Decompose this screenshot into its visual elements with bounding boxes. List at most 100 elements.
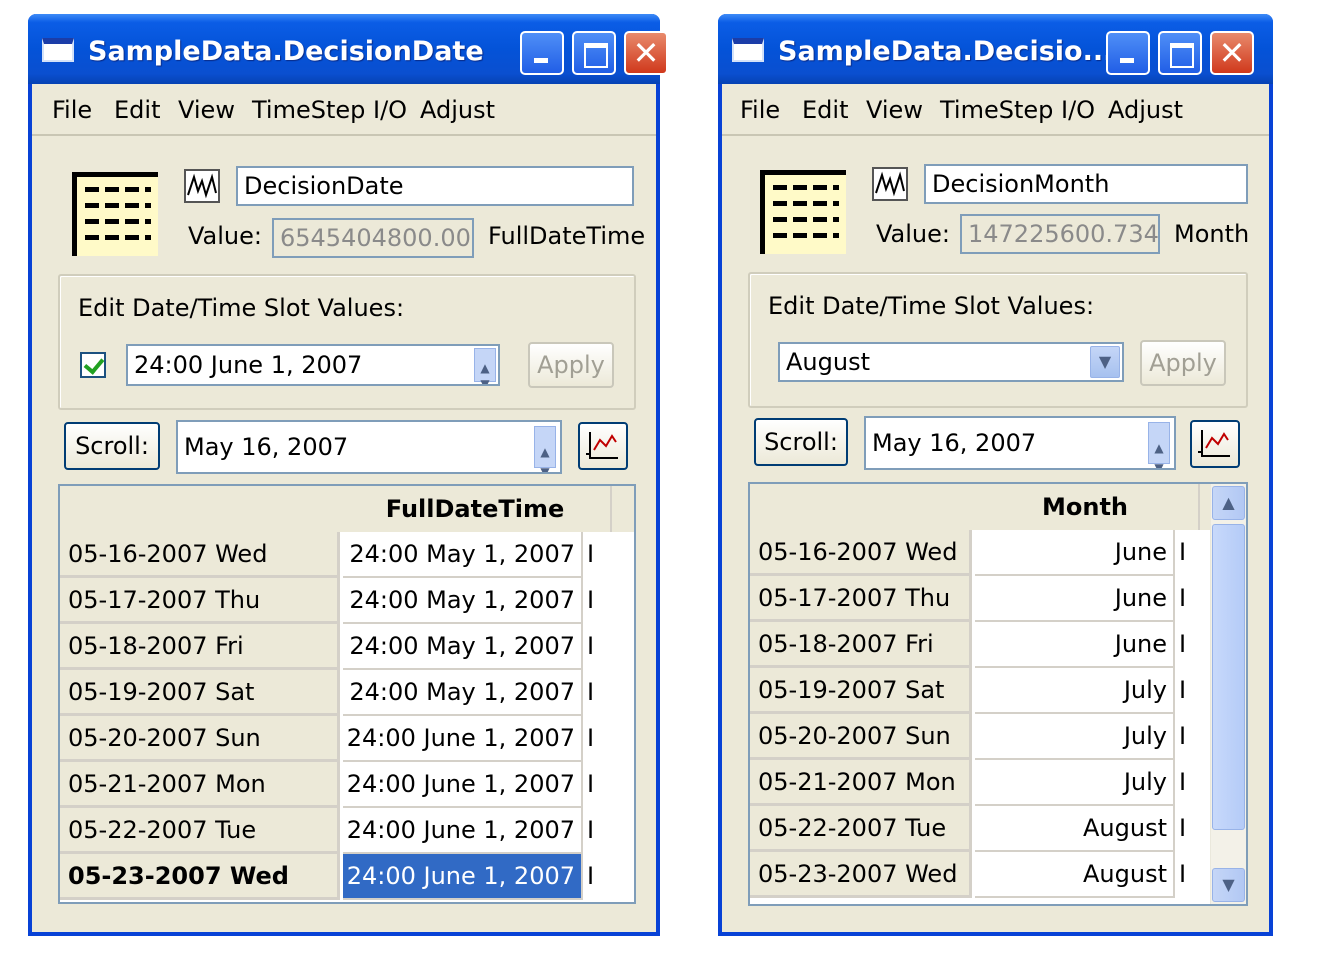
scroll-date-spinner[interactable]: ▲ ▼: [1148, 422, 1170, 468]
row-value-cell[interactable]: 24:00 May 1, 2007: [343, 532, 581, 578]
menu-edit[interactable]: Edit: [114, 96, 160, 124]
spin-down-icon[interactable]: ▼: [475, 365, 495, 384]
window-title: SampleData.Decisio...: [778, 36, 1114, 67]
menu-adjust[interactable]: Adjust: [420, 96, 495, 124]
table-row[interactable]: 05-19-2007 Sat July I: [750, 668, 1201, 714]
row-value-cell[interactable]: June: [975, 530, 1173, 576]
apply-button[interactable]: Apply: [1140, 340, 1226, 386]
row-value-cell[interactable]: August: [975, 806, 1173, 852]
menu-timestep-io[interactable]: TimeStep I/O: [252, 96, 407, 124]
scroll-down-icon[interactable]: ▼: [1212, 868, 1245, 902]
spin-down-icon[interactable]: ▼: [535, 447, 555, 472]
row-value-cell[interactable]: 24:00 May 1, 2007: [343, 624, 581, 670]
slot-name-field[interactable]: DecisionMonth: [924, 164, 1248, 204]
edit-datetime-spinner[interactable]: ▲ ▼: [474, 348, 496, 384]
slot-name-field[interactable]: DecisionDate: [236, 166, 634, 206]
table-icon: [72, 172, 158, 256]
maximize-button[interactable]: [1158, 31, 1202, 75]
table-row[interactable]: 05-21-2007 Mon July I: [750, 760, 1201, 806]
table-row[interactable]: 05-19-2007 Sat 24:00 May 1, 2007 I: [60, 670, 613, 716]
row-flag-cell: I: [581, 578, 613, 624]
row-date-label: 05-20-2007 Sun: [60, 716, 340, 762]
scroll-date-spinner[interactable]: ▲ ▼: [534, 426, 556, 472]
row-date-label: 05-18-2007 Fri: [750, 622, 972, 668]
table-scrollbar[interactable]: ▲ ▼: [1210, 484, 1246, 904]
edit-month-value: August: [786, 348, 870, 376]
column-header[interactable]: FullDateTime: [340, 486, 612, 532]
table-row[interactable]: 05-18-2007 Fri June I: [750, 622, 1201, 668]
scroll-date-input[interactable]: May 16, 2007 ▲ ▼: [176, 420, 562, 474]
table-row[interactable]: 05-17-2007 Thu June I: [750, 576, 1201, 622]
scroll-date-input[interactable]: May 16, 2007 ▲ ▼: [864, 416, 1176, 470]
row-value-cell[interactable]: 24:00 June 1, 2007: [343, 854, 581, 900]
menu-file[interactable]: File: [52, 96, 92, 124]
row-flag-cell: I: [1173, 668, 1201, 714]
plot-button[interactable]: [578, 422, 628, 470]
unit-label: Month: [1174, 220, 1250, 248]
plot-button[interactable]: [1190, 420, 1240, 468]
row-value-cell[interactable]: June: [975, 622, 1173, 668]
table-row[interactable]: 05-18-2007 Fri 24:00 May 1, 2007 I: [60, 624, 613, 670]
edit-values-group: Edit Date/Time Slot Values: August ▼ App…: [748, 272, 1248, 408]
menu-view[interactable]: View: [866, 96, 923, 124]
minimize-button[interactable]: [520, 31, 564, 75]
waveform-icon[interactable]: [184, 169, 220, 203]
maximize-button[interactable]: [572, 31, 616, 75]
row-flag-cell: I: [581, 670, 613, 716]
row-value-cell[interactable]: July: [975, 760, 1173, 806]
title-bar[interactable]: SampleData.DecisionDate ✕: [28, 14, 668, 84]
spin-up-icon[interactable]: ▲: [1149, 423, 1169, 455]
chevron-down-icon[interactable]: ▼: [1090, 346, 1120, 378]
title-bar[interactable]: SampleData.Decisio... ✕: [718, 14, 1273, 84]
row-value-cell[interactable]: 24:00 May 1, 2007: [343, 578, 581, 624]
value-label: Value:: [876, 220, 950, 248]
menu-adjust[interactable]: Adjust: [1108, 96, 1183, 124]
table-row[interactable]: 05-23-2007 Wed 24:00 June 1, 2007 I: [60, 854, 613, 900]
menu-timestep-io[interactable]: TimeStep I/O: [940, 96, 1095, 124]
table-row[interactable]: 05-16-2007 Wed June I: [750, 530, 1201, 576]
row-value-cell[interactable]: June: [975, 576, 1173, 622]
scroll-up-icon[interactable]: ▲: [1212, 486, 1245, 520]
scrollbar-thumb[interactable]: [1212, 524, 1245, 830]
table-row[interactable]: 05-22-2007 Tue 24:00 June 1, 2007 I: [60, 808, 613, 854]
spin-down-icon[interactable]: ▼: [1149, 443, 1169, 468]
table-row[interactable]: 05-20-2007 Sun 24:00 June 1, 2007 I: [60, 716, 613, 762]
spin-up-icon[interactable]: ▲: [535, 427, 555, 459]
row-value-cell[interactable]: July: [975, 668, 1173, 714]
row-date-label: 05-16-2007 Wed: [750, 530, 972, 576]
menu-bar: File Edit View TimeStep I/O Adjust: [32, 84, 656, 136]
table-row[interactable]: 05-16-2007 Wed 24:00 May 1, 2007 I: [60, 532, 613, 578]
row-flag-cell: I: [1173, 852, 1201, 898]
scroll-button[interactable]: Scroll:: [64, 422, 160, 470]
value-label: Value:: [188, 222, 262, 250]
row-flag-cell: I: [581, 624, 613, 670]
row-value-cell[interactable]: August: [975, 852, 1173, 898]
edit-enable-checkbox[interactable]: [80, 352, 106, 378]
row-value-cell[interactable]: 24:00 June 1, 2007: [343, 762, 581, 808]
spin-up-icon[interactable]: ▲: [475, 349, 495, 375]
close-button[interactable]: ✕: [1210, 31, 1254, 75]
close-button[interactable]: ✕: [624, 31, 668, 75]
table-row[interactable]: 05-17-2007 Thu 24:00 May 1, 2007 I: [60, 578, 613, 624]
scroll-button[interactable]: Scroll:: [754, 418, 848, 466]
row-value-cell[interactable]: July: [975, 714, 1173, 760]
minimize-button[interactable]: [1106, 31, 1150, 75]
table-row[interactable]: 05-20-2007 Sun July I: [750, 714, 1201, 760]
table-row[interactable]: 05-23-2007 Wed August I: [750, 852, 1201, 898]
waveform-icon[interactable]: [872, 167, 908, 201]
data-table: Month 05-16-2007 Wed June I 05-17-2007 Thu J…: [748, 482, 1248, 906]
table-row[interactable]: 05-21-2007 Mon 24:00 June 1, 2007 I: [60, 762, 613, 808]
edit-values-group: Edit Date/Time Slot Values: 24:00 June 1…: [58, 274, 636, 410]
row-value-cell[interactable]: 24:00 May 1, 2007: [343, 670, 581, 716]
row-value-cell[interactable]: 24:00 June 1, 2007: [343, 808, 581, 854]
column-header[interactable]: Month: [972, 484, 1200, 530]
menu-file[interactable]: File: [740, 96, 780, 124]
apply-button[interactable]: Apply: [528, 342, 614, 388]
row-date-label: 05-16-2007 Wed: [60, 532, 340, 578]
menu-edit[interactable]: Edit: [802, 96, 848, 124]
table-row[interactable]: 05-22-2007 Tue August I: [750, 806, 1201, 852]
menu-view[interactable]: View: [178, 96, 235, 124]
edit-month-select[interactable]: August ▼: [778, 342, 1124, 382]
row-value-cell[interactable]: 24:00 June 1, 2007: [343, 716, 581, 762]
edit-datetime-input[interactable]: 24:00 June 1, 2007 ▲ ▼: [126, 344, 500, 386]
